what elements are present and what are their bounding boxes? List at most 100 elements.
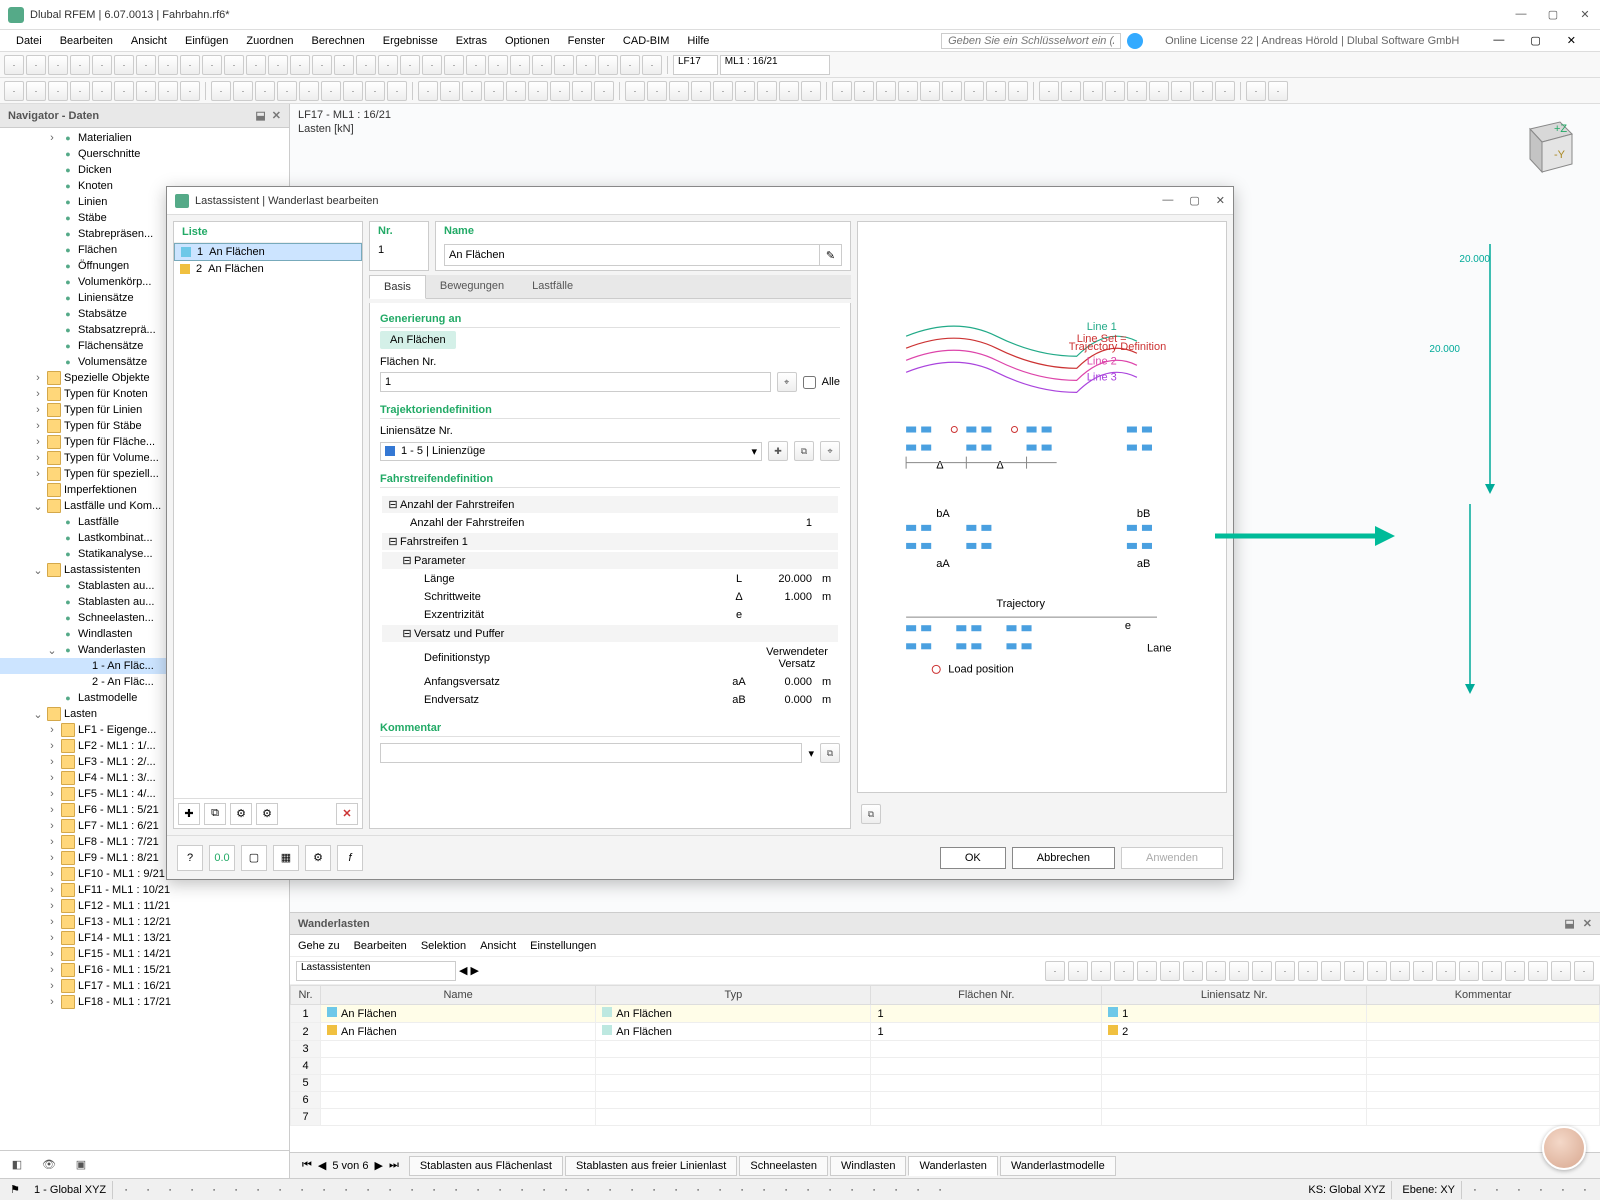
name-input[interactable]	[444, 244, 820, 266]
toolbar-button[interactable]: ·	[572, 81, 592, 101]
menu-hilfe[interactable]: Hilfe	[679, 33, 717, 49]
table-tool-button[interactable]: ·	[1551, 961, 1571, 981]
flaechen-input[interactable]	[380, 372, 771, 392]
status-tool-button[interactable]: ·	[931, 1181, 949, 1199]
list-new-button[interactable]: ✚	[178, 803, 200, 825]
table-tool-button[interactable]: ·	[1436, 961, 1456, 981]
tree-item[interactable]: ›LF17 - ML1 : 16/21	[0, 978, 289, 994]
table-tool-button[interactable]: ·	[1459, 961, 1479, 981]
menu-bearbeiten[interactable]: Bearbeiten	[52, 33, 121, 49]
status-tool-button[interactable]: ·	[359, 1181, 377, 1199]
tree-item[interactable]: ›LF12 - ML1 : 11/21	[0, 898, 289, 914]
liniensaetze-value[interactable]: 1 - 5 | Linienzüge	[401, 445, 485, 457]
toolbar-button[interactable]: ·	[757, 81, 777, 101]
table-tool-button[interactable]: ·	[1068, 961, 1088, 981]
status-tool-button[interactable]: ·	[1488, 1181, 1506, 1199]
table-tool-button[interactable]: ·	[1114, 961, 1134, 981]
help-button[interactable]: ?	[177, 845, 203, 871]
toolbar-button[interactable]: ·	[920, 81, 940, 101]
status-tool-button[interactable]: ·	[205, 1181, 223, 1199]
toolbar-button[interactable]: ·	[255, 81, 275, 101]
status-tool-button[interactable]: ·	[711, 1181, 729, 1199]
toolbar-button[interactable]: ·	[92, 55, 112, 75]
tree-item[interactable]: ●Dicken	[0, 162, 289, 178]
tree-item[interactable]: ●Querschnitte	[0, 146, 289, 162]
view2-button[interactable]: ▦	[273, 845, 299, 871]
nav-data-icon[interactable]: ◧	[6, 1155, 28, 1175]
toolbar-button[interactable]: ·	[180, 81, 200, 101]
tree-item[interactable]: ›LF16 - ML1 : 15/21	[0, 962, 289, 978]
status-tool-button[interactable]: ·	[227, 1181, 245, 1199]
parameter-group[interactable]: Parameter	[414, 555, 465, 567]
table-tool-button[interactable]: ·	[1321, 961, 1341, 981]
orientation-cube-icon[interactable]: +Z -Y	[1510, 114, 1580, 184]
toolbar-button[interactable]: ·	[801, 81, 821, 101]
toolbar-button[interactable]: ·	[387, 81, 407, 101]
tab-wanderlasten[interactable]: Wanderlasten	[908, 1156, 997, 1176]
table-tool-button[interactable]: ·	[1505, 961, 1525, 981]
tree-item[interactable]: ›LF13 - ML1 : 12/21	[0, 914, 289, 930]
status-tool-button[interactable]: ·	[1510, 1181, 1528, 1199]
ls-edit-button[interactable]: ⧉	[794, 441, 814, 461]
table-tool-button[interactable]: ·	[1252, 961, 1272, 981]
name-edit-button[interactable]: ✎	[820, 244, 842, 266]
status-tool-button[interactable]: ·	[249, 1181, 267, 1199]
menu-einfuegen[interactable]: Einfügen	[177, 33, 236, 49]
status-icon[interactable]: ⚑	[6, 1181, 24, 1199]
menu-optionen[interactable]: Optionen	[497, 33, 558, 49]
toolbar-button[interactable]: ·	[550, 81, 570, 101]
loadcase-combo[interactable]: LF17	[673, 55, 718, 75]
toolbar-button[interactable]: ·	[400, 55, 420, 75]
table-tool-button[interactable]: ·	[1229, 961, 1249, 981]
tab-schnee[interactable]: Schneelasten	[739, 1156, 828, 1176]
status-tool-button[interactable]: ·	[865, 1181, 883, 1199]
bottom-table[interactable]: Nr.NameTypFlächen Nr.Liniensatz Nr.Komme…	[290, 985, 1600, 1152]
panel-close-icon[interactable]: ✕	[1583, 917, 1592, 930]
prev-icon[interactable]: ◀	[318, 1159, 326, 1172]
status-cs[interactable]: 1 - Global XYZ	[28, 1181, 113, 1199]
toolbar-button[interactable]: ·	[1039, 81, 1059, 101]
list-tool1-button[interactable]: ⚙	[230, 803, 252, 825]
status-tool-button[interactable]: ·	[425, 1181, 443, 1199]
toolbar-button[interactable]: ·	[158, 81, 178, 101]
toolbar-button[interactable]: ·	[647, 81, 667, 101]
toolbar-button[interactable]: ·	[510, 55, 530, 75]
status-tool-button[interactable]: ·	[315, 1181, 333, 1199]
bottom-combo[interactable]: Lastassistenten	[296, 961, 456, 981]
nav-cam-icon[interactable]: ▣	[70, 1155, 92, 1175]
dialog-minimize[interactable]: —	[1162, 194, 1173, 207]
table-tool-button[interactable]: ·	[1091, 961, 1111, 981]
table-tool-button[interactable]: ·	[1367, 961, 1387, 981]
toolbar-button[interactable]: ·	[4, 55, 24, 75]
status-tool-button[interactable]: ·	[909, 1181, 927, 1199]
table-tool-button[interactable]: ·	[1298, 961, 1318, 981]
toolbar-button[interactable]: ·	[211, 81, 231, 101]
dialog-list-item[interactable]: 1An Flächen	[174, 243, 362, 261]
toolbar-button[interactable]: ·	[277, 81, 297, 101]
toolbar-button[interactable]: ·	[854, 81, 874, 101]
toolbar-button[interactable]: ·	[1083, 81, 1103, 101]
status-tool-button[interactable]: ·	[799, 1181, 817, 1199]
toolbar-button[interactable]: ·	[92, 81, 112, 101]
list-delete-button[interactable]: ✕	[336, 803, 358, 825]
status-tool-button[interactable]: ·	[645, 1181, 663, 1199]
toolbar-button[interactable]: ·	[964, 81, 984, 101]
lane-count-value[interactable]: 1	[756, 515, 816, 531]
toolbar-button[interactable]: ·	[378, 55, 398, 75]
toolbar-button[interactable]: ·	[233, 81, 253, 101]
status-tool-button[interactable]: ·	[689, 1181, 707, 1199]
tab-bewegungen[interactable]: Bewegungen	[426, 275, 518, 298]
toolbar-button[interactable]: ·	[625, 81, 645, 101]
tab-stablasten-ll[interactable]: Stablasten aus freier Linienlast	[565, 1156, 737, 1176]
tab-stablasten-fl[interactable]: Stablasten aus Flächenlast	[409, 1156, 563, 1176]
bp-menu-selection[interactable]: Selektion	[421, 940, 466, 952]
toolbar-button[interactable]: ·	[440, 81, 460, 101]
toolbar-button[interactable]: ·	[598, 55, 618, 75]
status-tool-button[interactable]: ·	[513, 1181, 531, 1199]
status-tool-button[interactable]: ·	[1466, 1181, 1484, 1199]
toolbar-button[interactable]: ·	[669, 81, 689, 101]
toolbar-button[interactable]: ·	[1246, 81, 1266, 101]
toolbar-button[interactable]: ·	[876, 81, 896, 101]
view1-button[interactable]: ▢	[241, 845, 267, 871]
tree-item[interactable]: ›●Materialien	[0, 130, 289, 146]
